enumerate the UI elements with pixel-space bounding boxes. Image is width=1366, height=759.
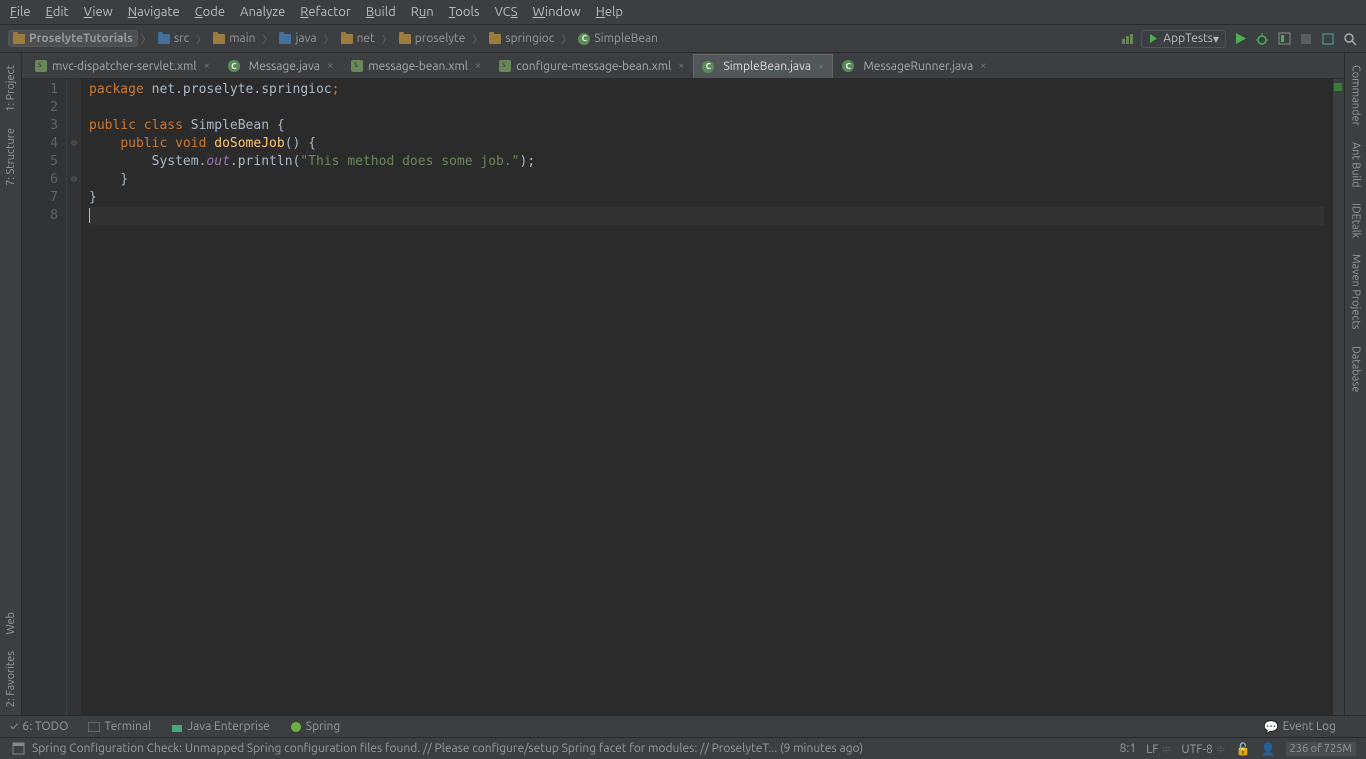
menu-view[interactable]: View [84, 5, 113, 19]
fold-gutter: ⊖ ⊖ [67, 79, 81, 715]
tool-database[interactable]: Database [1350, 346, 1362, 392]
tool-spring[interactable]: Spring [290, 720, 341, 733]
menu-bar: File Edit View Navigate Code Analyze Ref… [0, 0, 1366, 25]
menu-file[interactable]: File [10, 5, 31, 19]
menu-tools[interactable]: Tools [449, 5, 480, 19]
tool-jee[interactable]: Java Enterprise [171, 720, 270, 733]
folder-icon [279, 34, 291, 44]
breadcrumb-project[interactable]: ProselyteTutorials [8, 30, 138, 47]
close-icon[interactable]: × [678, 60, 684, 72]
tab-message-java[interactable]: CMessage.java× [219, 54, 342, 78]
tool-event-log[interactable]: 💬 Event Log [1264, 720, 1336, 734]
close-icon[interactable]: × [980, 60, 986, 72]
class-icon: C [842, 60, 854, 72]
folder-icon [399, 34, 411, 44]
tab-message-bean[interactable]: message-bean.xml× [342, 54, 490, 78]
menu-run[interactable]: Run [411, 5, 434, 19]
class-icon: C [228, 60, 240, 72]
breadcrumb-item[interactable]: springioc [485, 31, 558, 46]
tool-structure[interactable]: 7: Structure [5, 128, 17, 186]
tool-idetalk[interactable]: IDEtalk [1350, 203, 1362, 238]
line-numbers: 12345678 [22, 79, 67, 715]
status-bar: Spring Configuration Check: Unmapped Spr… [0, 737, 1366, 759]
menu-edit[interactable]: Edit [46, 5, 69, 19]
tool-favorites[interactable]: 2: Favorites [5, 651, 17, 707]
left-tool-rail: 1: Project 7: Structure Web 2: Favorites [0, 53, 22, 715]
tool-window-toggle[interactable] [10, 741, 26, 757]
menu-code[interactable]: Code [195, 5, 225, 19]
breadcrumb-class[interactable]: CSimpleBean [574, 31, 662, 46]
breadcrumb-item[interactable]: src [154, 31, 193, 46]
fold-marker[interactable]: ⊖ [67, 171, 81, 189]
overview-ruler[interactable] [1332, 79, 1344, 715]
debug-button[interactable] [1254, 31, 1270, 47]
stop-button[interactable] [1298, 31, 1314, 47]
update-button[interactable] [1320, 31, 1336, 47]
breadcrumb-item[interactable]: java [275, 31, 320, 46]
class-icon: C [702, 61, 714, 73]
run-config-selector[interactable]: AppTests ▾ [1141, 30, 1226, 48]
menu-navigate[interactable]: Navigate [128, 5, 180, 19]
navigation-bar: ProselyteTutorials 〉 src 〉 main 〉 java 〉… [0, 25, 1366, 53]
menu-build[interactable]: Build [366, 5, 396, 19]
tab-simplebean[interactable]: CSimpleBean.java× [693, 54, 833, 78]
right-tool-rail: Commander Ant Build IDEtalk Maven Projec… [1344, 53, 1366, 715]
menu-window[interactable]: Window [533, 5, 581, 19]
run-button[interactable] [1232, 31, 1248, 47]
search-icon[interactable] [1342, 31, 1358, 47]
tool-ant[interactable]: Ant Build [1350, 142, 1362, 188]
menu-help[interactable]: Help [596, 5, 623, 19]
menu-analyze[interactable]: Analyze [240, 5, 285, 19]
folder-icon [341, 34, 353, 44]
tool-maven[interactable]: Maven Projects [1350, 254, 1362, 330]
code-editor[interactable]: 12345678 ⊖ ⊖ package net.proselyte.sprin… [22, 79, 1344, 715]
tab-configure-message-bean[interactable]: configure-message-bean.xml× [490, 54, 693, 78]
close-icon[interactable]: × [475, 60, 481, 72]
folder-icon [489, 34, 501, 44]
breadcrumb-item[interactable]: main [209, 31, 259, 46]
bottom-tool-bar: ✓ 6: TODO Terminal Java Enterprise Sprin… [0, 715, 1366, 737]
tool-todo[interactable]: ✓ 6: TODO [10, 720, 68, 733]
caret [89, 208, 90, 223]
spring-xml-icon [499, 60, 511, 72]
menu-vcs[interactable]: VCS [495, 5, 518, 19]
code-area[interactable]: package net.proselyte.springioc; public … [81, 79, 1332, 715]
folder-icon [213, 34, 225, 44]
spring-xml-icon [35, 60, 47, 72]
make-project-icon[interactable] [1119, 31, 1135, 47]
close-icon[interactable]: × [818, 61, 824, 73]
status-indicator [1334, 83, 1342, 91]
breadcrumb: ProselyteTutorials 〉 src 〉 main 〉 java 〉… [8, 30, 662, 47]
spring-xml-icon [351, 60, 363, 72]
tool-web[interactable]: Web [5, 612, 17, 635]
tool-terminal[interactable]: Terminal [88, 720, 151, 733]
editor-tabs: mvc-dispatcher-servlet.xml× CMessage.jav… [22, 53, 1344, 79]
breadcrumb-item[interactable]: net [337, 31, 379, 46]
coverage-button[interactable] [1276, 31, 1292, 47]
tab-mvc-dispatcher[interactable]: mvc-dispatcher-servlet.xml× [26, 54, 219, 78]
breadcrumb-item[interactable]: proselyte [395, 31, 470, 46]
close-icon[interactable]: × [327, 60, 333, 72]
tab-messagerunner[interactable]: CMessageRunner.java× [833, 54, 995, 78]
tool-project[interactable]: 1: Project [5, 65, 17, 112]
class-icon: C [578, 33, 590, 45]
menu-refactor[interactable]: Refactor [300, 5, 351, 19]
close-icon[interactable]: × [204, 60, 210, 72]
folder-icon [158, 34, 170, 44]
tool-commander[interactable]: Commander [1350, 65, 1362, 126]
folder-icon [13, 34, 25, 44]
fold-marker[interactable]: ⊖ [67, 135, 81, 153]
